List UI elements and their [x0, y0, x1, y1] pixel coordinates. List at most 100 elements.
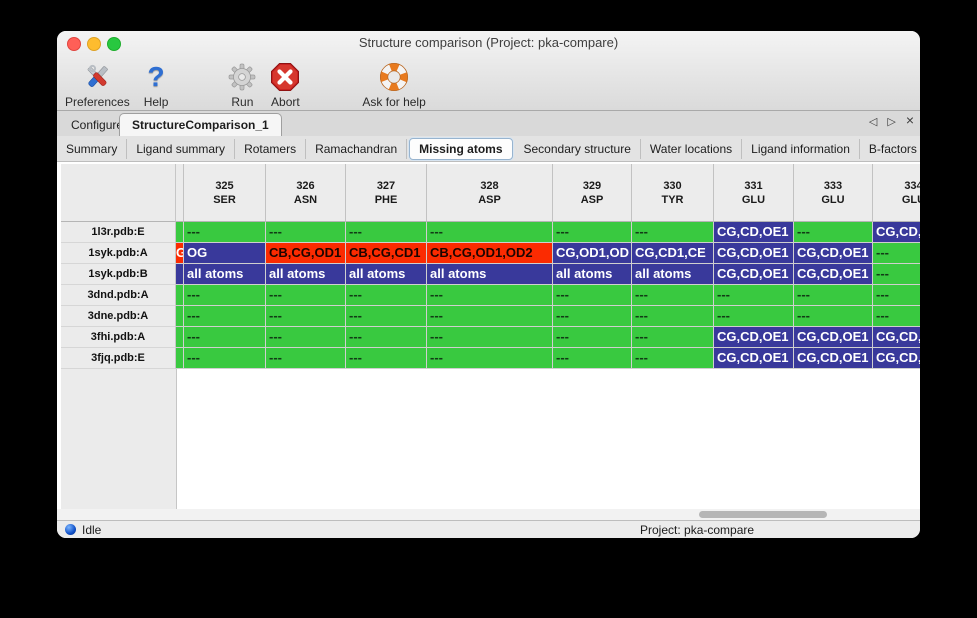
table-cell[interactable]: ---	[427, 327, 553, 348]
horizontal-scrollbar-thumb[interactable]	[699, 511, 827, 518]
subtab-ligand-summary[interactable]: Ligand summary	[127, 139, 235, 159]
ask-for-help-button[interactable]: Ask for help	[362, 61, 425, 109]
table-cell[interactable]: ---	[427, 222, 553, 243]
table-cell[interactable]: ---	[714, 306, 794, 327]
table-cell[interactable]: ---	[184, 306, 266, 327]
table-cell[interactable]: ---	[184, 285, 266, 306]
table-cell[interactable]: CG,CD,OE1	[873, 327, 920, 348]
table-cell[interactable]: ---	[873, 285, 920, 306]
table-cell[interactable]: CG,CD,OE1	[794, 264, 873, 285]
table-cell[interactable]: CG,CD,OE1	[714, 222, 794, 243]
tab-scroll-right-icon[interactable]: ▷	[887, 115, 895, 128]
subtab-b-factors[interactable]: B-factors	[860, 139, 920, 159]
table-cell[interactable]: CG,CD,OE1	[794, 348, 873, 369]
table-cell[interactable]: ---	[427, 306, 553, 327]
table-cell[interactable]: CB,CG,OD1	[266, 243, 346, 264]
table-cell[interactable]: ---	[553, 285, 632, 306]
table-cell[interactable]: ---	[346, 327, 427, 348]
tab-structurecomparison-1[interactable]: StructureComparison_1	[119, 113, 282, 136]
table-cell[interactable]: ---	[794, 285, 873, 306]
table-cell[interactable]: ---	[427, 348, 553, 369]
row-label[interactable]: 3fhi.pdb:A	[61, 327, 176, 348]
table-cell[interactable]: ---	[553, 222, 632, 243]
table-cell[interactable]: ---	[553, 348, 632, 369]
help-button[interactable]: ? Help	[144, 61, 169, 109]
table-cell[interactable]: all atoms	[427, 264, 553, 285]
table-cell[interactable]: ---	[346, 285, 427, 306]
partial-cell[interactable]: G	[176, 243, 184, 264]
partial-cell[interactable]	[176, 285, 184, 306]
table-cell[interactable]: ---	[266, 222, 346, 243]
table-cell[interactable]: ---	[266, 306, 346, 327]
table-cell[interactable]: CG,CD,OE1	[714, 264, 794, 285]
subtab-secondary-structure[interactable]: Secondary structure	[515, 139, 641, 159]
table-cell[interactable]: ---	[266, 327, 346, 348]
table-cell[interactable]: ---	[266, 348, 346, 369]
table-cell[interactable]: CB,CG,CD1	[346, 243, 427, 264]
row-label[interactable]: 3fjq.pdb:E	[61, 348, 176, 369]
table-cell[interactable]: ---	[184, 222, 266, 243]
table-cell[interactable]: CG,CD1,CE	[632, 243, 714, 264]
subtab-ramachandran[interactable]: Ramachandran	[306, 139, 407, 159]
table-cell[interactable]: ---	[346, 348, 427, 369]
subtab-rotamers[interactable]: Rotamers	[235, 139, 306, 159]
table-cell[interactable]: ---	[632, 348, 714, 369]
table-cell[interactable]: ---	[553, 327, 632, 348]
table-cell[interactable]: OG	[184, 243, 266, 264]
table-cell[interactable]: ---	[346, 222, 427, 243]
partial-cell[interactable]	[176, 348, 184, 369]
table-cell[interactable]: all atoms	[553, 264, 632, 285]
table-cell[interactable]: ---	[346, 306, 427, 327]
table-cell[interactable]: ---	[714, 285, 794, 306]
abort-button[interactable]: Abort	[270, 61, 300, 109]
table-cell[interactable]: CG,CD,OE1	[794, 327, 873, 348]
table-cell[interactable]: ---	[266, 285, 346, 306]
table-cell[interactable]: ---	[184, 348, 266, 369]
partial-cell[interactable]	[176, 327, 184, 348]
run-button[interactable]: Run	[228, 61, 256, 109]
partial-cell[interactable]	[176, 264, 184, 285]
table-cell[interactable]: all atoms	[184, 264, 266, 285]
table-cell[interactable]: ---	[632, 306, 714, 327]
toolbar: Preferences ? Help	[65, 57, 440, 109]
row-label[interactable]: 1l3r.pdb:E	[61, 222, 176, 243]
row-label[interactable]: 3dnd.pdb:A	[61, 285, 176, 306]
table-cell[interactable]: CG,OD1,OD	[553, 243, 632, 264]
table-cell[interactable]: CG,CD,OE1	[714, 327, 794, 348]
partial-cell[interactable]	[176, 306, 184, 327]
table-cell[interactable]: ---	[553, 306, 632, 327]
table-cell[interactable]: all atoms	[632, 264, 714, 285]
table-cell[interactable]: ---	[427, 285, 553, 306]
subtab-ligand-information[interactable]: Ligand information	[742, 139, 860, 159]
subtab-water-locations[interactable]: Water locations	[641, 139, 742, 159]
table-cell[interactable]: ---	[873, 243, 920, 264]
table-cell[interactable]: CG,CD,OE1	[873, 348, 920, 369]
tab-close-icon[interactable]: ×	[906, 115, 914, 128]
table-cell[interactable]: CG,CD,OE1	[714, 243, 794, 264]
horizontal-scrollbar-track[interactable]	[57, 509, 920, 520]
subtab-missing-atoms[interactable]: Missing atoms	[409, 138, 512, 160]
table-cell[interactable]: ---	[873, 306, 920, 327]
table-cell[interactable]: ---	[184, 327, 266, 348]
table-cell[interactable]: CG,CD,OE1	[714, 348, 794, 369]
table-cell[interactable]: ---	[632, 285, 714, 306]
table-cell[interactable]: CG,CD,OE1	[873, 222, 920, 243]
table-cell[interactable]: ---	[794, 306, 873, 327]
table-cell[interactable]: all atoms	[346, 264, 427, 285]
table-cell[interactable]: all atoms	[266, 264, 346, 285]
row-label[interactable]: 1syk.pdb:B	[61, 264, 176, 285]
row-label[interactable]: 1syk.pdb:A	[61, 243, 176, 264]
table-cell[interactable]: CG,CD,OE1	[794, 243, 873, 264]
table-cell[interactable]: CB,CG,OD1,OD2	[427, 243, 553, 264]
subtab-summary[interactable]: Summary	[57, 139, 127, 159]
preferences-button[interactable]: Preferences	[65, 61, 130, 109]
partial-cell[interactable]	[176, 222, 184, 243]
table-cell[interactable]: ---	[794, 222, 873, 243]
table-cell[interactable]: ---	[632, 222, 714, 243]
table-cell[interactable]: ---	[632, 327, 714, 348]
tab-scroll-left-icon[interactable]: ◁	[869, 115, 877, 128]
status-bar: Idle Project: pka-compare	[57, 520, 920, 538]
table-cell[interactable]: ---	[873, 264, 920, 285]
row-label[interactable]: 3dne.pdb:A	[61, 306, 176, 327]
title-bar[interactable]: Structure comparison (Project: pka-compa…	[57, 31, 920, 55]
